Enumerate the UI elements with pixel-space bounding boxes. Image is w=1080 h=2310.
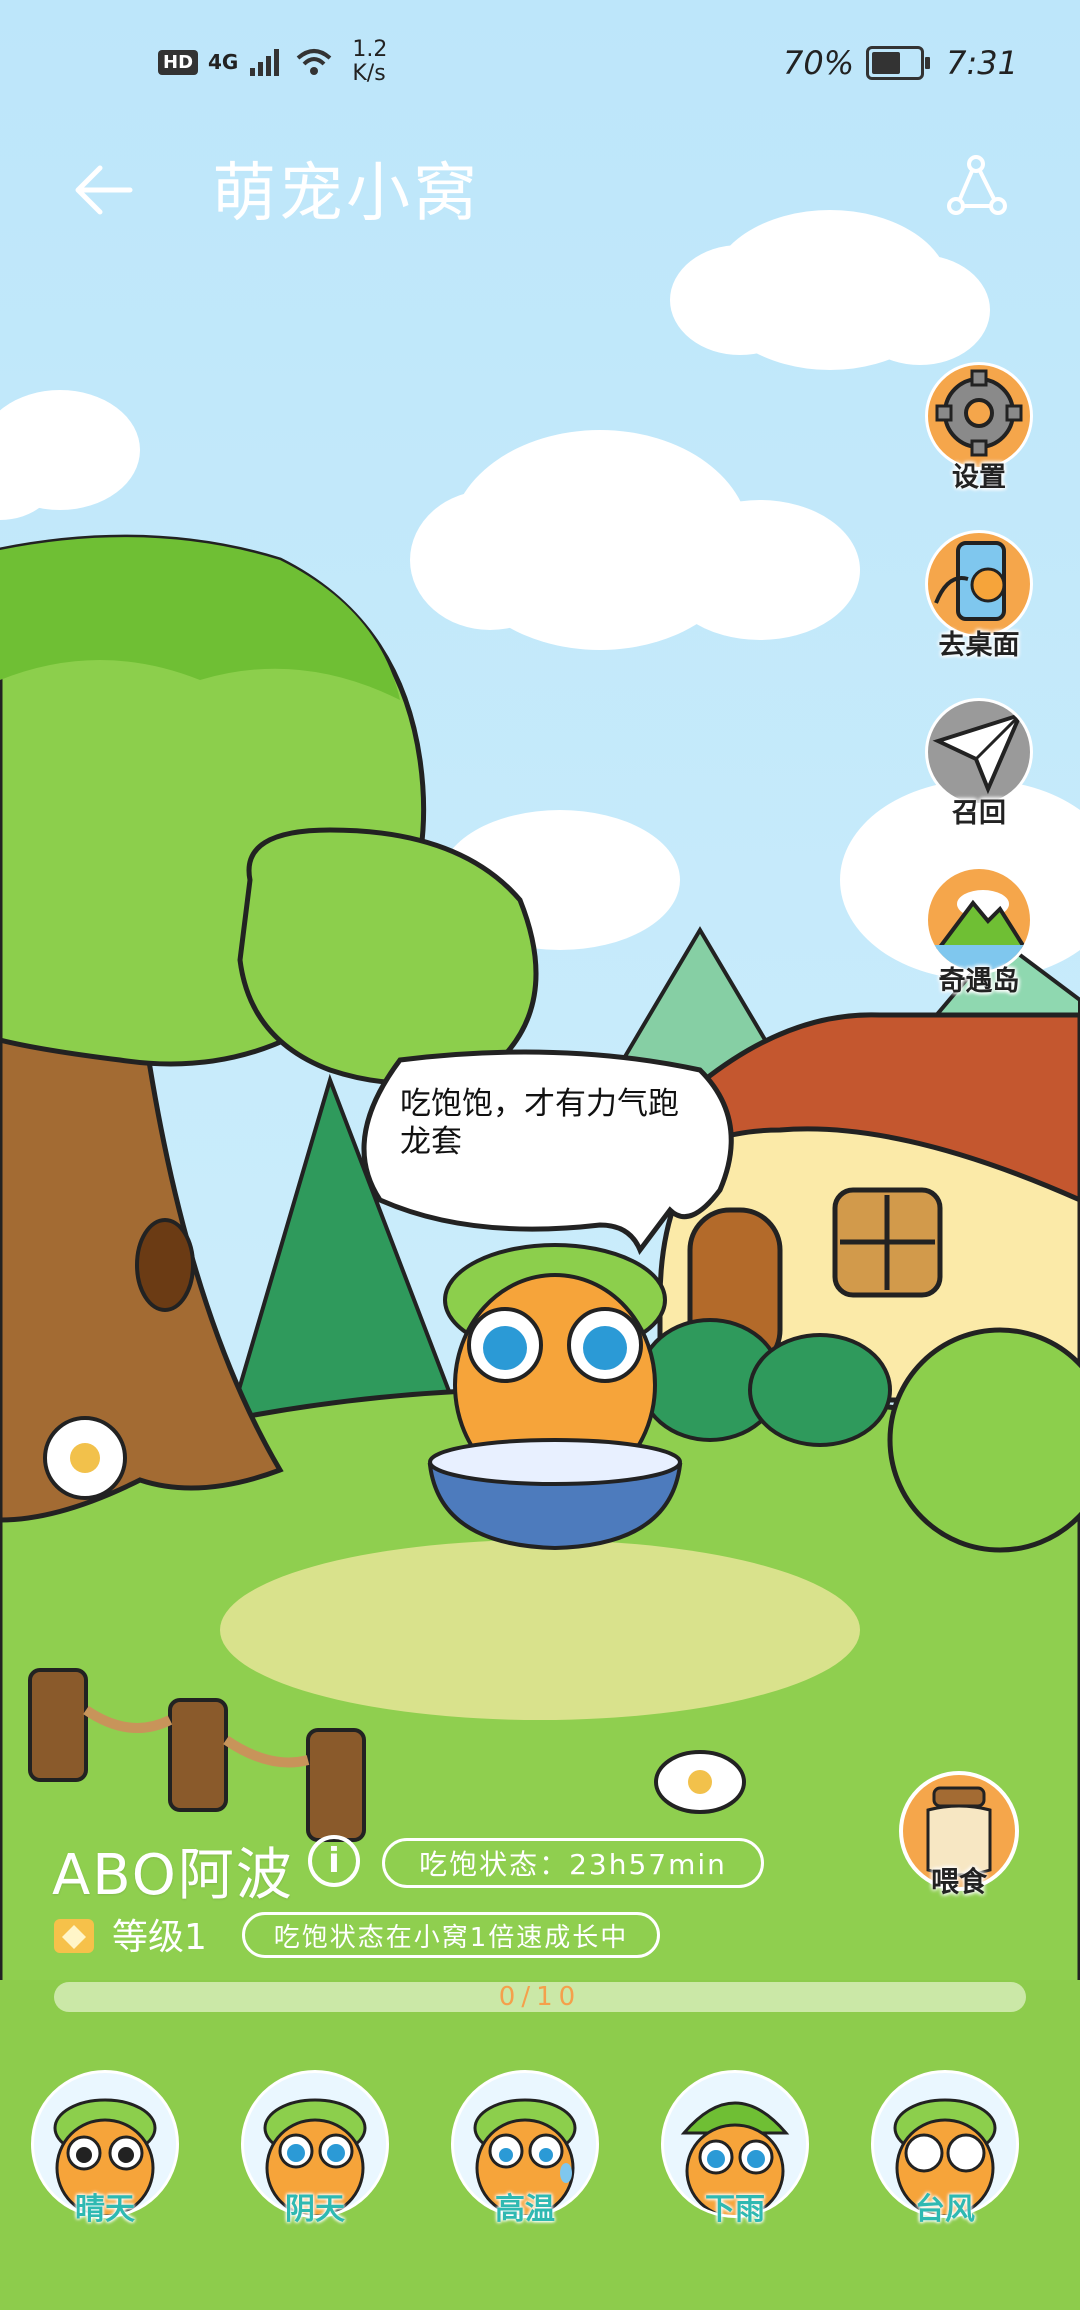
speed-unit: K/s xyxy=(352,61,386,86)
weather-option-rain[interactable]: 下雨 xyxy=(660,2070,810,2230)
weather-option-sunny[interactable]: 晴天 xyxy=(30,2070,180,2230)
feed-button[interactable]: 喂食 xyxy=(898,1770,1020,1900)
settings-label: 设置 xyxy=(952,462,1006,493)
desktop-label: 去桌面 xyxy=(938,630,1020,661)
weather-label: 晴天 xyxy=(75,2192,135,2227)
settings-button[interactable]: 设置 xyxy=(922,362,1036,493)
phone-desktop-icon xyxy=(925,530,1033,638)
island-button[interactable]: 奇遇岛 xyxy=(922,866,1036,997)
status-right: 70% 7:31 xyxy=(783,44,1018,82)
share-icon[interactable] xyxy=(942,152,1010,220)
level-text: 等级1 xyxy=(112,1917,207,1958)
status-left: HD 4G 1.2 K/s xyxy=(158,38,387,86)
recall-label: 召回 xyxy=(952,798,1006,829)
clock: 7:31 xyxy=(946,44,1018,82)
desktop-button[interactable]: 去桌面 xyxy=(922,530,1036,661)
full-status-badge: 吃饱状态：23h57min xyxy=(382,1838,764,1888)
network-type: 4G xyxy=(208,50,239,74)
wifi-icon xyxy=(297,49,332,75)
speech-bubble-text: 吃饱饱，才有力气跑龙套 xyxy=(400,1086,679,1160)
growth-progress-bar: 0/10 xyxy=(54,1982,1026,2012)
info-icon[interactable]: i xyxy=(308,1835,360,1887)
weather-label: 阴天 xyxy=(285,2192,345,2227)
signal-icon xyxy=(250,49,280,76)
gear-icon xyxy=(925,362,1033,470)
page-title: 萌宠小窝 xyxy=(212,157,480,231)
battery-icon xyxy=(866,46,931,80)
pet-name: ABO阿波 xyxy=(52,1843,294,1908)
growth-status-badge: 吃饱状态在小窝1倍速成长中 xyxy=(242,1912,660,1958)
paper-plane-icon xyxy=(925,698,1033,806)
network-speed: 1.2 K/s xyxy=(352,38,387,86)
recall-button[interactable]: 召回 xyxy=(922,698,1036,829)
battery-percent: 70% xyxy=(783,44,855,82)
weather-option-hot[interactable]: 高温 xyxy=(450,2070,600,2230)
title-bar: 萌宠小窝 xyxy=(0,130,1080,240)
weather-label: 台风 xyxy=(915,2192,975,2227)
hd-badge: HD xyxy=(158,49,199,75)
speed-value: 1.2 xyxy=(352,37,388,62)
feed-label: 喂食 xyxy=(930,1865,987,1898)
weather-option-cloudy[interactable]: 阴天 xyxy=(240,2070,390,2230)
weather-option-typhoon[interactable]: 台风 xyxy=(870,2070,1020,2230)
weather-label: 高温 xyxy=(495,2192,555,2227)
back-arrow-icon[interactable] xyxy=(70,155,140,225)
island-icon xyxy=(925,866,1033,974)
weather-label: 下雨 xyxy=(705,2192,765,2227)
level-icon xyxy=(54,1919,94,1953)
progress-text: 0/10 xyxy=(498,1982,582,2012)
island-label: 奇遇岛 xyxy=(938,966,1020,997)
status-bar: HD 4G 1.2 K/s 70% 7:31 xyxy=(0,0,1080,120)
